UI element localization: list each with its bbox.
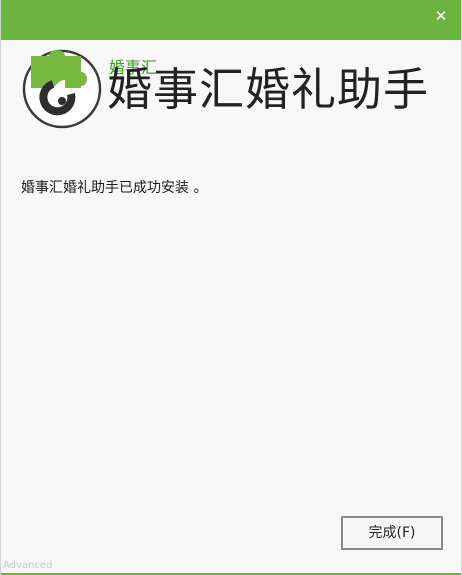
finish-button[interactable]: 完成(F) (341, 516, 443, 550)
install-success-message: 婚事汇婚礼助手已成功安装 。 (21, 180, 208, 196)
puzzle-logo-icon (22, 49, 102, 129)
title-bar: ✕ (1, 0, 461, 40)
advanced-label: Advanced (3, 560, 53, 571)
close-button[interactable]: ✕ (431, 6, 451, 26)
close-icon: ✕ (434, 7, 448, 25)
installer-window: ✕ 婚事汇 婚事汇婚礼助手 婚事汇婚礼助手已成功安装 。 完成(F) Advan… (0, 0, 462, 575)
app-title: 婚事汇婚礼助手 (107, 63, 430, 116)
